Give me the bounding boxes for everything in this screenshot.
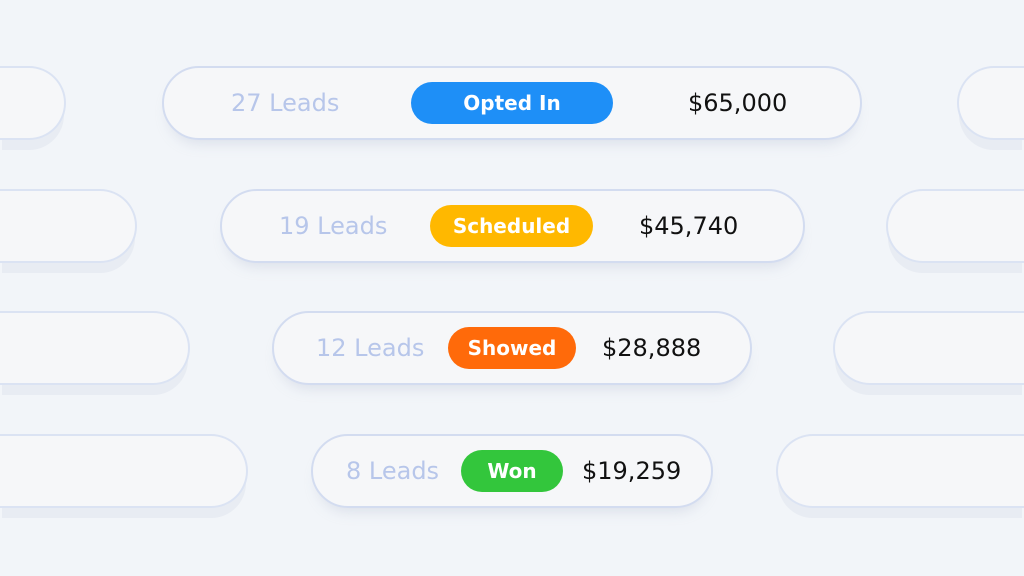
amount-value: $19,259 xyxy=(582,457,682,485)
status-badge: Won xyxy=(461,450,563,492)
placeholder-pill xyxy=(957,66,1024,140)
pipeline-row-showed: 12 Leads Showed $28,888 xyxy=(272,311,752,385)
status-badge: Scheduled xyxy=(430,205,593,247)
pipeline-row-won: 8 Leads Won $19,259 xyxy=(311,434,713,508)
status-badge: Showed xyxy=(448,327,576,369)
placeholder-pill xyxy=(886,189,1024,263)
leads-count: 19 Leads xyxy=(279,212,388,240)
leads-count: 27 Leads xyxy=(231,89,340,117)
leads-count: 12 Leads xyxy=(316,334,425,362)
amount-value: $28,888 xyxy=(602,334,702,362)
pipeline-row-scheduled: 19 Leads Scheduled $45,740 xyxy=(220,189,805,263)
placeholder-pill xyxy=(776,434,1024,508)
pipeline-row-opted-in: 27 Leads Opted In $65,000 xyxy=(162,66,862,140)
placeholder-pill xyxy=(0,311,190,385)
placeholder-pill xyxy=(0,434,248,508)
placeholder-pill xyxy=(0,66,66,140)
amount-value: $45,740 xyxy=(639,212,739,240)
placeholder-pill xyxy=(833,311,1024,385)
placeholder-pill xyxy=(0,189,137,263)
amount-value: $65,000 xyxy=(688,89,788,117)
status-badge: Opted In xyxy=(411,82,613,124)
leads-count: 8 Leads xyxy=(346,457,440,485)
